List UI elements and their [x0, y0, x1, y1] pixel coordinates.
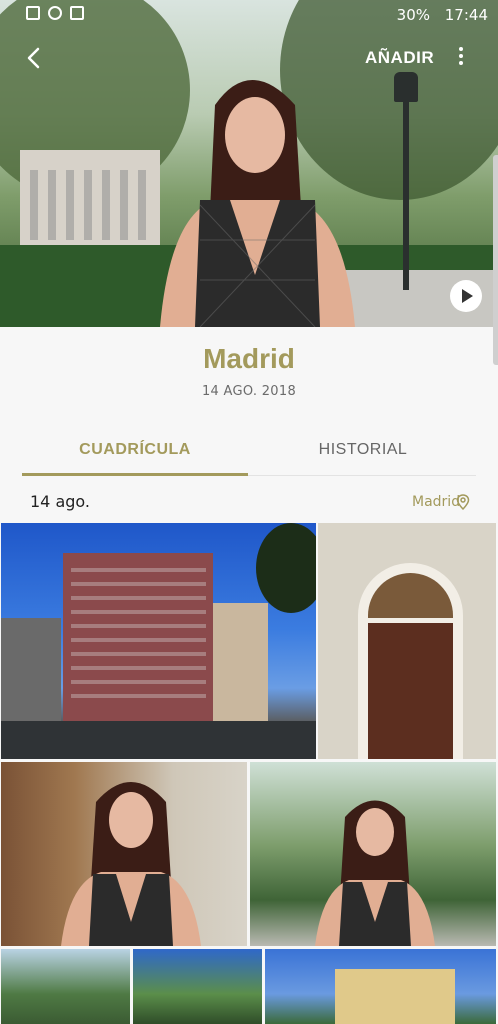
- section-location[interactable]: Madrid: [412, 494, 460, 510]
- play-icon[interactable]: [450, 280, 482, 312]
- battery-level: 30%: [396, 6, 430, 24]
- photo-thumbnail[interactable]: [1, 523, 316, 759]
- album-title: Madrid: [203, 343, 295, 374]
- add-button[interactable]: AÑADIR: [365, 48, 434, 68]
- woman-figure: [315, 800, 435, 946]
- photo-thumbnail[interactable]: [1, 762, 247, 946]
- tab-history[interactable]: HISTORIAL: [250, 441, 476, 459]
- photo-thumbnail[interactable]: [318, 523, 496, 759]
- photo-thumbnail[interactable]: [250, 762, 496, 946]
- edge-panel-handle[interactable]: [493, 155, 498, 365]
- tree: [256, 523, 316, 613]
- wooden-door: [368, 623, 453, 759]
- photo-thumbnail[interactable]: [265, 949, 496, 1024]
- building-windows: [71, 568, 206, 708]
- back-icon[interactable]: [20, 44, 48, 72]
- more-options-icon[interactable]: [452, 44, 470, 72]
- activity-icon: [70, 6, 84, 20]
- section-date: 14 ago.: [30, 492, 90, 511]
- background-building: [20, 150, 160, 260]
- album-date: 14 AGO. 2018: [201, 384, 297, 399]
- photo-thumbnail[interactable]: [1, 949, 130, 1024]
- sync-icon: [48, 6, 62, 20]
- tab-grid[interactable]: CUADRÍCULA: [22, 441, 248, 459]
- tab-active-indicator: [22, 473, 248, 476]
- building-left: [1, 618, 61, 723]
- street-lamp-post: [403, 90, 409, 290]
- status-bar: 30% 17:44: [0, 0, 498, 30]
- woman-figure: [61, 782, 201, 946]
- street: [1, 721, 316, 759]
- woman-figure: [160, 80, 355, 327]
- photo-thumbnail[interactable]: [133, 949, 262, 1024]
- building-right: [213, 603, 268, 723]
- gallery-icon: [26, 6, 40, 20]
- palace: [335, 969, 455, 1024]
- clock: 17:44: [444, 6, 488, 24]
- location-pin-icon[interactable]: [456, 494, 470, 510]
